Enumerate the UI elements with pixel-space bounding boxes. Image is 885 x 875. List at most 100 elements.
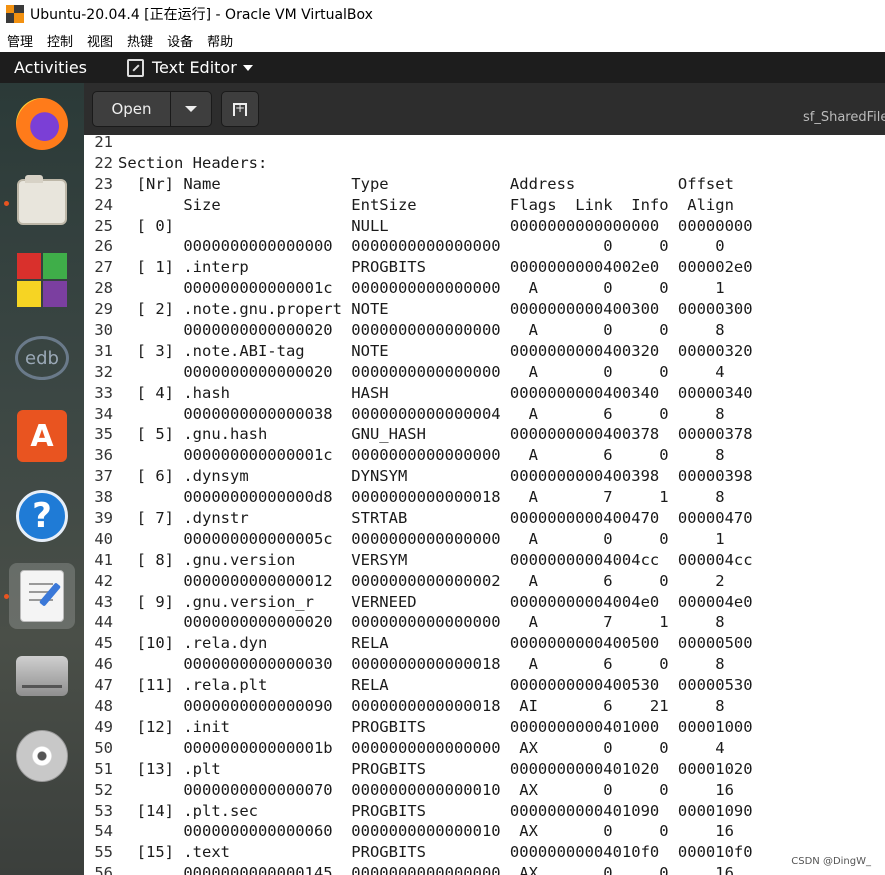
line-text: [ 4] .hash HASH 0000000000400340 0000034… [118, 383, 753, 402]
editor-line: 36 000000000000001c 0000000000000000 A 6… [84, 445, 753, 466]
editor-line: 46 0000000000000030 0000000000000018 A 6… [84, 654, 753, 675]
dock-item-drive[interactable] [9, 643, 75, 709]
editor-line: 24 Size EntSize Flags Link Info Align [84, 195, 753, 216]
line-number: 53 [94, 801, 113, 820]
chevron-down-icon [185, 106, 197, 112]
dock-item-text-editor[interactable] [9, 563, 75, 629]
dock-item-libreoffice[interactable] [9, 247, 75, 313]
line-number: 33 [94, 383, 113, 402]
line-number: 41 [94, 550, 113, 569]
open-button-group: Open [92, 91, 212, 127]
line-number: 51 [94, 759, 113, 778]
line-number: 50 [94, 738, 113, 757]
line-number: 43 [94, 592, 113, 611]
editor-line: 22 Section Headers: [84, 153, 753, 174]
line-number: 37 [94, 467, 113, 486]
firefox-icon [16, 98, 68, 150]
line-text: [14] .plt.sec PROGBITS 0000000000401090 … [118, 801, 753, 820]
line-text: 0000000000000060 0000000000000010 AX 0 0… [118, 822, 734, 841]
editor-line: 52 0000000000000070 0000000000000010 AX … [84, 780, 753, 801]
line-number: 21 [94, 135, 113, 151]
activities-button[interactable]: Activities [14, 58, 87, 77]
editor-lines: 21 22 Section Headers: 23 [Nr] Name Type Ad… [84, 135, 753, 875]
line-text: [11] .rela.plt RELA 0000000000400530 000… [118, 676, 753, 695]
dock-item-edb[interactable]: edb [9, 325, 75, 391]
line-number: 56 [94, 864, 113, 875]
editor-line: 37 [ 6] .dynsym DYNSYM 0000000000400398 … [84, 466, 752, 487]
editor-line: 39 [ 7] .dynstr STRTAB 0000000000400470 … [84, 508, 753, 529]
line-text: [ 2] .note.gnu.propert NOTE 000000000040… [118, 300, 753, 319]
open-button[interactable]: Open [93, 92, 171, 126]
line-number: 55 [94, 843, 113, 862]
virtualbox-icon [6, 5, 24, 23]
line-number: 45 [94, 634, 113, 653]
editor-line: 43 [ 9] .gnu.version_r VERNEED 000000000… [84, 592, 753, 613]
document-tab-title[interactable]: sf_SharedFile [803, 110, 885, 125]
app-menu[interactable]: Text Editor [127, 58, 253, 77]
line-number: 26 [94, 237, 113, 256]
line-text: 0000000000000070 0000000000000010 AX 0 0… [118, 780, 734, 799]
menu-devices[interactable]: 设备 [167, 31, 193, 50]
line-number: 27 [94, 258, 113, 277]
editor-line: 31 [ 3] .note.ABI-tag NOTE 0000000000400… [84, 341, 752, 362]
dock-item-files[interactable] [9, 169, 75, 235]
watermark: CSDN @DingW_ [791, 856, 871, 867]
chevron-down-icon [242, 64, 253, 71]
line-number: 29 [94, 300, 113, 319]
dock-item-software[interactable]: A [9, 403, 75, 469]
line-text: 000000000000001c 0000000000000000 A 0 0 … [118, 279, 725, 298]
open-dropdown-button[interactable] [171, 92, 211, 126]
text-editor-icon [20, 570, 64, 622]
menu-control[interactable]: 控制 [47, 31, 73, 50]
editor-line: 27 [ 1] .interp PROGBITS 00000000004002e… [84, 257, 752, 278]
line-text: [ 7] .dynstr STRTAB 0000000000400470 000… [118, 509, 753, 528]
line-number: 40 [94, 529, 113, 548]
gnome-top-bar: Activities Text Editor [0, 52, 885, 83]
editor-line: 33 [ 4] .hash HASH 0000000000400340 0000… [84, 383, 753, 404]
line-text: 0000000000000038 0000000000000004 A 6 0 … [118, 404, 725, 423]
editor-line: 56 0000000000000145 0000000000000000 AX … [84, 863, 753, 875]
line-text: Section Headers: [118, 153, 268, 172]
line-text: [13] .plt PROGBITS 0000000000401020 0000… [118, 759, 753, 778]
line-text: [ 9] .gnu.version_r VERNEED 000000000040… [118, 592, 753, 611]
editor-line: 45 [10] .rela.dyn RELA 0000000000400500 … [84, 633, 752, 654]
line-text: 0000000000000020 0000000000000000 A 0 0 … [118, 321, 725, 340]
line-number: 47 [94, 676, 113, 695]
line-text: 0000000000000000 0000000000000000 0 0 0 [118, 237, 725, 256]
line-text: 0000000000000090 0000000000000018 AI 6 2… [118, 697, 725, 716]
line-text: [ 0] NULL 0000000000000000 00000000 [118, 216, 753, 235]
menu-view[interactable]: 视图 [87, 31, 113, 50]
menu-bar: 管理 控制 视图 热键 设备 帮助 [0, 28, 885, 52]
editor-line: 25 [ 0] NULL 0000000000000000 00000000 [84, 216, 753, 237]
editor-text-area[interactable]: 21 22 Section Headers: 23 [Nr] Name Type Ad… [84, 135, 885, 875]
line-text: [15] .text PROGBITS 00000000004010f0 000… [118, 843, 753, 862]
line-number: 52 [94, 780, 113, 799]
dock-item-firefox[interactable] [9, 91, 75, 157]
editor-line: 49 [12] .init PROGBITS 0000000000401000 … [84, 717, 752, 738]
editor-line: 50 000000000000001b 0000000000000000 AX … [84, 738, 753, 759]
line-number: 49 [94, 717, 113, 736]
line-number: 35 [94, 425, 113, 444]
software-store-icon: A [17, 410, 67, 462]
menu-manage[interactable]: 管理 [7, 31, 33, 50]
editor-line: 40 000000000000005c 0000000000000000 A 0… [84, 529, 753, 550]
editor-line: 41 [ 8] .gnu.version VERSYM 000000000040… [84, 550, 752, 571]
dock-item-help[interactable]: ? [9, 483, 75, 549]
app-menu-label: Text Editor [152, 58, 237, 77]
menu-hotkeys[interactable]: 热键 [127, 31, 153, 50]
line-number: 25 [94, 216, 113, 235]
new-document-button[interactable] [221, 91, 259, 127]
editor-line: 34 0000000000000038 0000000000000004 A 6… [84, 404, 753, 425]
window-title: Ubuntu-20.04.4 [正在运行] - Oracle VM Virtua… [30, 7, 373, 23]
line-text: 0000000000000145 0000000000000000 AX 0 0… [118, 864, 734, 875]
line-number: 38 [94, 488, 113, 507]
editor-line: 30 0000000000000020 0000000000000000 A 0… [84, 320, 753, 341]
editor-line: 32 0000000000000020 0000000000000000 A 0… [84, 362, 753, 383]
menu-help[interactable]: 帮助 [207, 31, 233, 50]
files-icon [17, 175, 67, 225]
line-number: 23 [94, 174, 113, 193]
editor-line: 48 0000000000000090 0000000000000018 AI … [84, 696, 753, 717]
line-text: Size EntSize Flags Link Info Align [118, 195, 734, 214]
dock-item-cdrom[interactable] [9, 723, 75, 789]
line-number: 54 [94, 822, 113, 841]
